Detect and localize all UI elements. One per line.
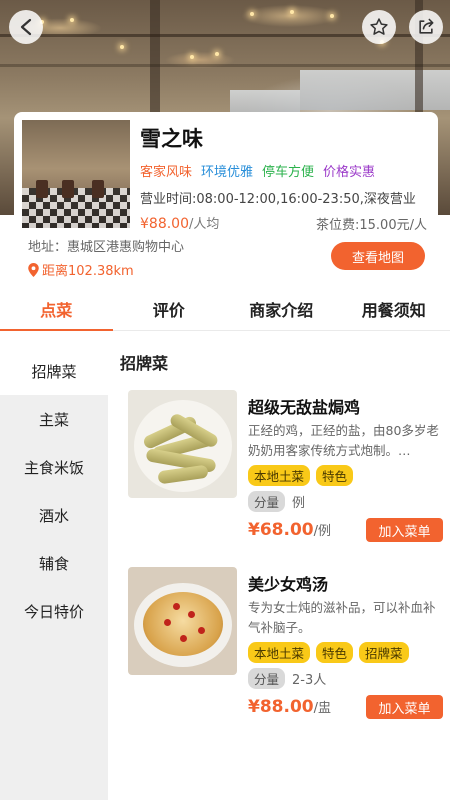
dish-description: 专为女士炖的滋补品，可以补血补气补脑子。 (248, 600, 436, 635)
location-pin-icon (28, 262, 39, 277)
tab-merchant-info[interactable]: 商家介绍 (225, 287, 338, 330)
tab-dining-notes[interactable]: 用餐须知 (338, 287, 450, 330)
dish-photo (128, 390, 237, 498)
average-price-value: ¥88.00 (140, 216, 189, 232)
tab-reviews[interactable]: 评价 (113, 287, 226, 330)
dish-price: ¥68.00/例 (248, 520, 331, 540)
dish-photo (128, 567, 237, 675)
tab-bar: 点菜 评价 商家介绍 用餐须知 (0, 287, 450, 331)
dish-tag: 特色 (316, 642, 354, 663)
feature-tag: 环境优雅 (201, 165, 254, 180)
feature-tag: 价格实惠 (323, 165, 376, 180)
star-icon (370, 18, 388, 35)
dish-price-unit: /例 (313, 524, 331, 539)
add-to-menu-button[interactable]: 加入菜单 (366, 695, 443, 719)
restaurant-info-card: 雪之味 客家风味 环境优雅 停车方便 价格实惠 营业时间:08:00-12:00… (14, 112, 438, 287)
dish-tags: 本地土菜 特色 招牌菜 (248, 642, 409, 663)
view-map-button[interactable]: 查看地图 (331, 242, 425, 270)
dish-tag: 本地土菜 (248, 465, 311, 486)
dish-item: 超级无敌盐焗鸡 正经的鸡，正经的盐，由80多岁老奶奶用客家传统方式炮制。… 本地… (108, 390, 450, 560)
sidebar-item-side-dishes[interactable]: 辅食 (0, 539, 108, 587)
dish-price-value: ¥68.00 (248, 520, 314, 540)
dish-price: ¥88.00/盅 (248, 697, 331, 717)
dish-tag: 特色 (316, 465, 354, 486)
distance: 距离102.38km (28, 260, 134, 279)
dish-name: 美少女鸡汤 (248, 575, 329, 594)
dish-tags: 本地土菜 特色 (248, 465, 354, 486)
dish-tag: 招牌菜 (359, 642, 409, 663)
portion-label: 分量 (248, 668, 286, 689)
restaurant-name: 雪之味 (140, 127, 203, 151)
portion-value: 2-3人 (292, 673, 327, 688)
restaurant-photo (22, 120, 130, 228)
back-button[interactable] (9, 10, 43, 44)
section-title: 招牌菜 (120, 354, 169, 373)
category-sidebar: 招牌菜 主菜 主食米饭 酒水 辅食 今日特价 (0, 347, 108, 800)
business-hours: 营业时间:08:00-12:00,16:00-23:50,深夜营业 (140, 192, 416, 207)
add-to-menu-button[interactable]: 加入菜单 (366, 518, 443, 542)
tab-order[interactable]: 点菜 (0, 287, 113, 331)
dish-tag: 本地土菜 (248, 642, 311, 663)
favorite-button[interactable] (362, 10, 396, 44)
dish-portion: 分量 例 (248, 491, 305, 512)
average-price: ¥88.00/人均 (140, 213, 219, 232)
sidebar-item-staple-rice[interactable]: 主食米饭 (0, 443, 108, 491)
portion-label: 分量 (248, 491, 286, 512)
dish-description: 正经的鸡，正经的盐，由80多岁老奶奶用客家传统方式炮制。… (248, 423, 439, 458)
average-price-unit: /人均 (189, 217, 220, 232)
feature-tags: 客家风味 环境优雅 停车方便 价格实惠 (140, 161, 375, 180)
sidebar-item-main-dishes[interactable]: 主菜 (0, 395, 108, 443)
tea-fee: 茶位费:15.00元/人 (316, 218, 427, 233)
feature-tag: 客家风味 (140, 165, 193, 180)
restaurant-address: 地址：惠城区港惠购物中心 (28, 240, 185, 255)
sidebar-item-today-special[interactable]: 今日特价 (0, 587, 108, 635)
dish-portion: 分量 2-3人 (248, 668, 326, 689)
feature-tag: 停车方便 (262, 165, 315, 180)
dish-price-value: ¥88.00 (248, 697, 314, 717)
distance-text: 距离102.38km (42, 264, 134, 279)
sidebar-item-drinks[interactable]: 酒水 (0, 491, 108, 539)
dish-name: 超级无敌盐焗鸡 (248, 398, 361, 417)
portion-value: 例 (292, 496, 306, 511)
chevron-left-icon (20, 18, 32, 36)
dish-item: 美少女鸡汤 专为女士炖的滋补品，可以补血补气补脑子。 本地土菜 特色 招牌菜 分… (108, 567, 450, 737)
share-button[interactable] (409, 10, 443, 44)
dish-price-unit: /盅 (313, 701, 331, 716)
sidebar-item-signature[interactable]: 招牌菜 (0, 347, 108, 395)
share-icon (419, 18, 434, 34)
